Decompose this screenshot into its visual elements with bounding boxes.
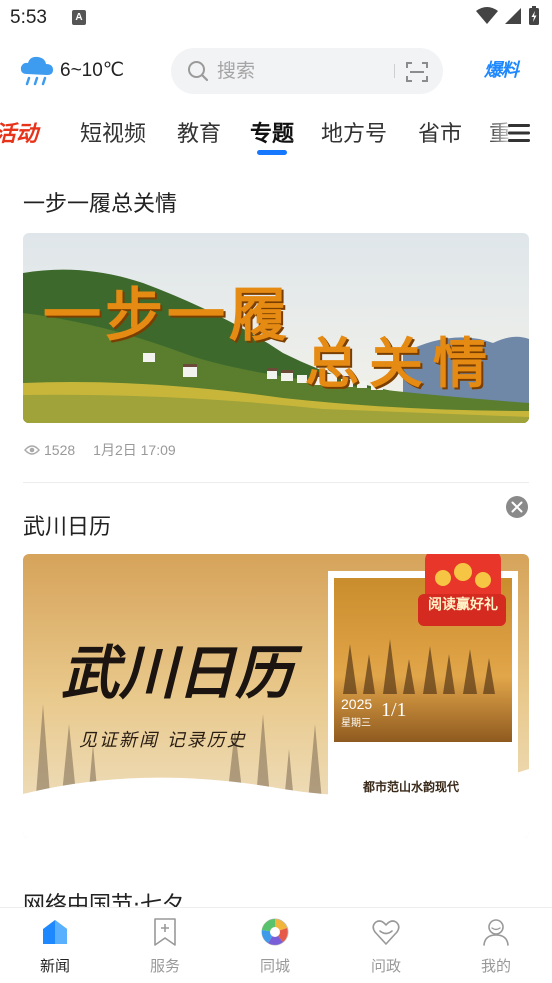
nav-label: 我的 [480, 957, 511, 975]
tab-short-video[interactable]: 短视频 [80, 116, 146, 148]
article-banner-image[interactable]: 武川日历 见证新闻 记录历史 阅读赢好礼 2025 星期三 1/1 都市范山水韵… [23, 554, 529, 838]
article-meta: 1528 1月2日 17:09 [24, 440, 176, 460]
category-tabs: 活动 短视频 教育 专题 地方号 省市 重 [0, 108, 552, 160]
search-bar[interactable] [171, 48, 443, 94]
search-icon [188, 61, 209, 82]
battery-icon [529, 6, 539, 25]
card-divider [23, 482, 529, 483]
tab-local-accounts[interactable]: 地方号 [321, 116, 387, 148]
cloud-rain-icon [20, 56, 53, 86]
top-header: 6~10℃ 爆料 [0, 44, 552, 98]
article-title[interactable]: 一步一履总关情 [23, 186, 177, 218]
wifi-icon [476, 7, 498, 24]
eye-icon [24, 445, 40, 455]
calendar-year: 2025 [341, 696, 373, 712]
reward-badge[interactable]: 阅读赢好礼 [421, 594, 505, 614]
calendar-caption: 都市范山水韵现代 [363, 780, 460, 794]
nav-item-profile[interactable]: 我的 [441, 908, 551, 983]
calendar-date: 1/1 [381, 699, 407, 721]
tab-special-topics[interactable]: 专题 [250, 116, 294, 148]
status-icons [476, 6, 540, 26]
weather-temperature: 6~10℃ [60, 59, 125, 81]
heart-icon [372, 920, 400, 945]
hamburger-menu-icon[interactable] [508, 123, 530, 143]
nav-item-local[interactable]: 同城 [220, 908, 330, 983]
view-count: 1528 [44, 442, 76, 458]
nav-item-inquiry[interactable]: 问政 [331, 908, 441, 983]
article-title[interactable]: 武川日历 [23, 509, 111, 541]
scan-icon[interactable] [405, 60, 429, 84]
nav-label: 问政 [370, 957, 401, 975]
banner-headline-1: 一步一履 [43, 281, 292, 349]
close-icon[interactable] [506, 496, 528, 518]
signal-icon [505, 8, 521, 24]
banner-headline-2: 总关情 [305, 331, 497, 395]
home-news-icon [43, 920, 67, 944]
banner-title: 武川日历 [61, 639, 294, 707]
nav-label: 服务 [149, 957, 180, 975]
status-time: 5:53 [10, 7, 47, 28]
tab-provinces-cities[interactable]: 省市 [418, 116, 462, 148]
nav-item-news[interactable]: 新闻 [0, 908, 110, 983]
screen: 5:53 A 6~10℃ 搜索 爆料 动 短视频 教育 专题 地方号 省市 一步… [0, 0, 552, 983]
user-icon [483, 919, 509, 946]
article-title[interactable]: 网络中国节·七夕 [23, 887, 184, 907]
news-feed: 一步一履总关情 一步一履 总关情 1528 1月2日 17:09 武川日历 武川… [0, 166, 552, 907]
status-bar: 5:53 A [0, 0, 552, 38]
bookmark-plus-icon [154, 918, 176, 946]
active-tab-indicator [257, 150, 287, 155]
nav-label: 同城 [259, 957, 290, 975]
nav-label: 新闻 [39, 957, 70, 975]
weather-widget[interactable]: 6~10℃ [18, 54, 124, 86]
notification-icon: A [72, 10, 86, 25]
aperture-icon [261, 918, 289, 946]
search-divider [394, 64, 395, 78]
publish-date: 1月2日 17:09 [93, 442, 176, 458]
banner-subtitle: 见证新闻 记录历史 [79, 730, 247, 751]
tab-activity[interactable]: 活动 [0, 116, 38, 148]
report-news-button[interactable]: 爆料 [484, 56, 519, 82]
article-banner-image[interactable]: 一步一履 总关情 [23, 233, 529, 423]
bottom-navigation: 新闻 服务 同城 问政 我的 [0, 907, 552, 983]
nav-item-service[interactable]: 服务 [110, 908, 220, 983]
search-input[interactable] [217, 59, 397, 83]
calendar-weekday: 星期三 [341, 718, 371, 729]
tab-education[interactable]: 教育 [177, 116, 221, 148]
